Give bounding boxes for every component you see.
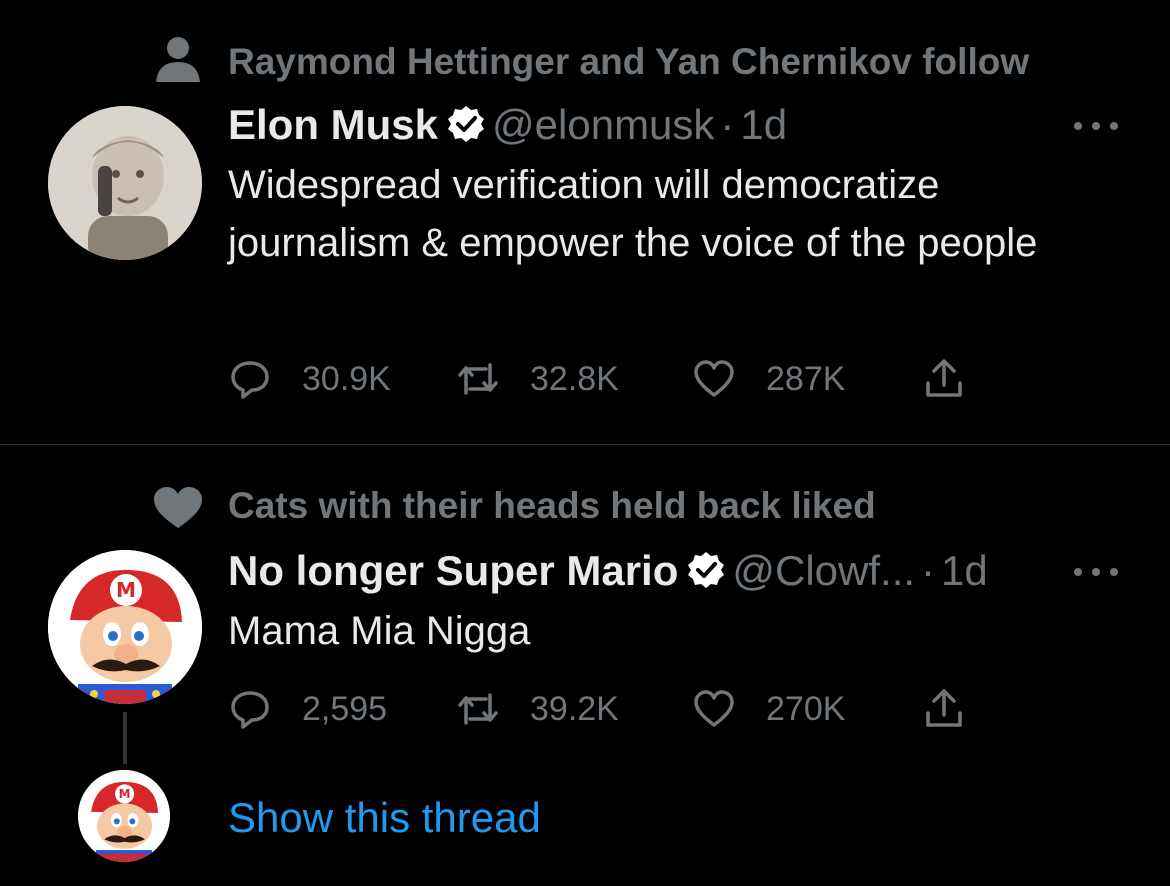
- author-handle[interactable]: @Clowf...: [732, 547, 915, 594]
- tweet-actions: 30.9K 32.8K 287K: [228, 354, 988, 404]
- reply-icon: [231, 691, 269, 729]
- svg-text:M: M: [119, 787, 131, 801]
- timestamp[interactable]: 1d: [941, 547, 988, 594]
- share-icon: [926, 359, 962, 397]
- reply-button[interactable]: 30.9K: [228, 354, 391, 404]
- retweet-button[interactable]: 39.2K: [456, 684, 619, 734]
- svg-text:M: M: [116, 578, 136, 602]
- retweet-count: 32.8K: [530, 359, 619, 398]
- share-button[interactable]: [922, 684, 966, 734]
- verified-badge-icon: [688, 552, 725, 588]
- more-options-icon[interactable]: [1074, 562, 1118, 582]
- retweet-icon: [458, 363, 498, 395]
- reply-icon: [231, 361, 269, 399]
- tweet-text: Widespread verification will democratize…: [228, 163, 1038, 265]
- share-icon: [926, 689, 962, 727]
- thread-avatar[interactable]: M: [78, 770, 170, 862]
- thread-connector-line: [123, 712, 127, 764]
- share-button[interactable]: [922, 354, 966, 404]
- more-options-icon[interactable]: [1074, 116, 1118, 136]
- tweet-divider: [0, 444, 1170, 445]
- avatar[interactable]: [48, 106, 202, 260]
- tweet-header: No longer Super Mario @Clowf... · 1d: [228, 546, 988, 596]
- like-button[interactable]: 287K: [692, 354, 845, 404]
- avatar-photo-icon: [48, 106, 202, 260]
- author-name[interactable]: Elon Musk: [228, 101, 438, 148]
- separator: ·: [720, 101, 735, 148]
- timestamp[interactable]: 1d: [740, 101, 787, 148]
- mario-avatar-icon: M: [78, 770, 170, 862]
- author-handle[interactable]: @elonmusk: [492, 101, 714, 148]
- reply-count: 2,595: [302, 689, 388, 728]
- retweet-icon: [458, 693, 498, 725]
- like-button[interactable]: 270K: [692, 684, 845, 734]
- avatar[interactable]: M: [48, 550, 202, 704]
- social-context[interactable]: Raymond Hettinger and Yan Chernikov foll…: [228, 42, 1029, 82]
- heart-icon: [154, 487, 202, 528]
- reply-button[interactable]: 2,595: [228, 684, 387, 734]
- verified-badge-icon: [448, 106, 485, 142]
- heart-icon: [694, 690, 734, 727]
- person-icon: [156, 37, 200, 82]
- separator: ·: [921, 547, 936, 594]
- like-count: 287K: [766, 359, 846, 398]
- show-thread-link[interactable]: Show this thread: [228, 792, 541, 844]
- tweet-text: Mama Mia Nigga: [228, 609, 531, 653]
- retweet-button[interactable]: 32.8K: [456, 354, 619, 404]
- tweet-header: Elon Musk @elonmusk · 1d: [228, 100, 787, 150]
- author-name[interactable]: No longer Super Mario: [228, 547, 678, 594]
- reply-count: 30.9K: [302, 359, 391, 398]
- like-count: 270K: [766, 689, 846, 728]
- retweet-count: 39.2K: [530, 689, 619, 728]
- social-context[interactable]: Cats with their heads held back liked: [228, 486, 876, 526]
- tweet-actions: 2,595 39.2K 270K: [228, 684, 988, 734]
- mario-avatar-icon: M: [48, 550, 202, 704]
- heart-icon: [694, 360, 734, 397]
